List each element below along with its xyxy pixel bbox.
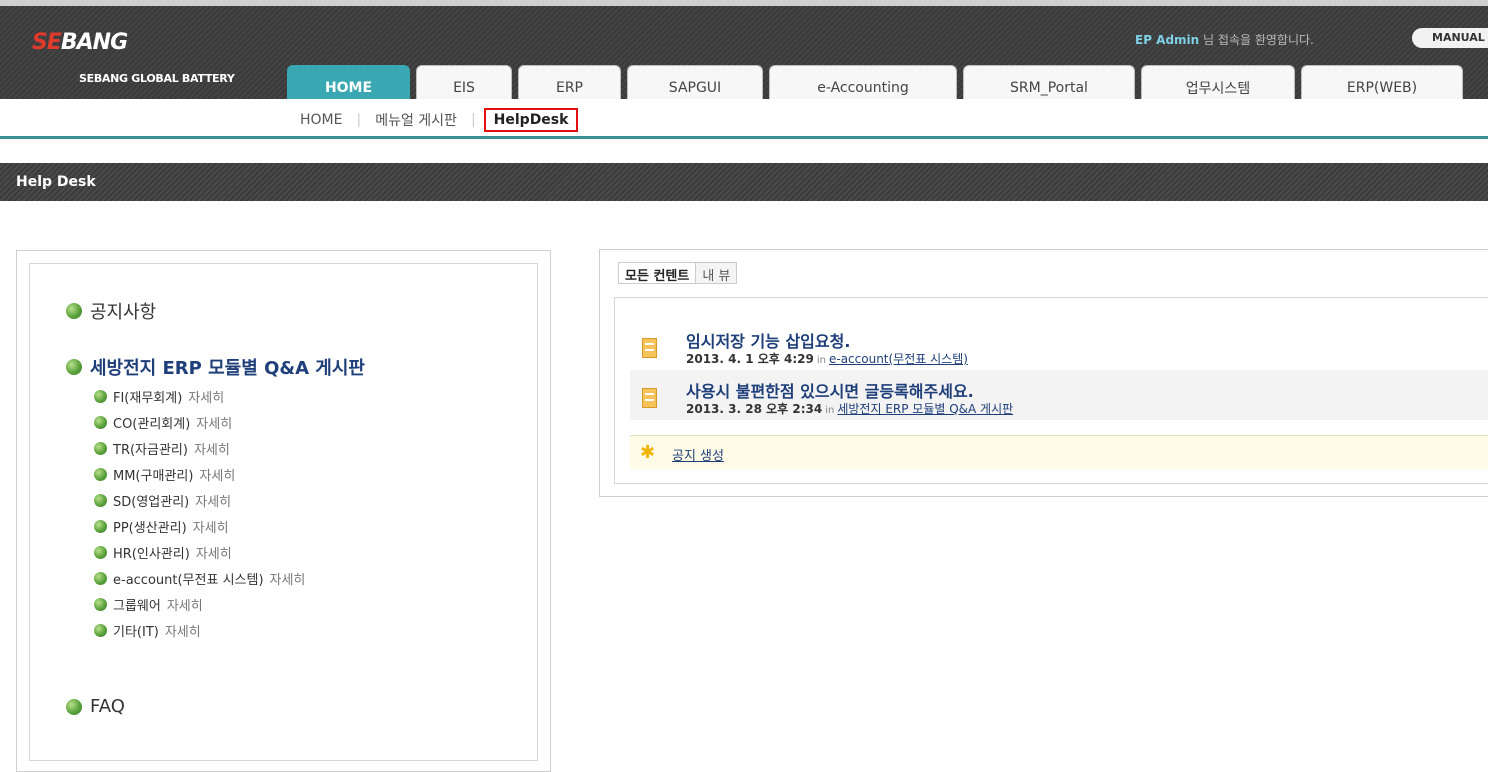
globe-icon xyxy=(94,519,107,533)
create-notice-link[interactable]: 공지 생성 xyxy=(672,445,724,464)
create-notice-bar: ✱ 공지 생성 xyxy=(630,435,1488,469)
subnav-separator: | xyxy=(356,112,362,128)
module-name[interactable]: TR(자금관리) xyxy=(113,439,188,458)
more-link[interactable]: 자세히 xyxy=(193,517,229,536)
page-title: Help Desk xyxy=(16,174,96,190)
sebang-logo[interactable]: SEBANG xyxy=(32,30,128,55)
sub-navigation: HOME | 메뉴얼 게시판 | HelpDesk xyxy=(0,99,1488,139)
subnav-helpdesk[interactable]: HelpDesk xyxy=(483,108,579,132)
list-item[interactable]: 임시저장 기능 삽입요청. 2013. 4. 1 오후 4:29 in e-acco… xyxy=(630,320,1488,370)
top-header: SEBANG SEBANG GLOBAL BATTERY EP Admin 님 … xyxy=(0,0,1488,105)
logo-subtitle: SEBANG GLOBAL BATTERY xyxy=(79,72,235,85)
post-date: 2013. 3. 28 오후 2:34 xyxy=(686,402,823,416)
post-source-link[interactable]: e-account(무전표 시스템) xyxy=(829,352,968,366)
document-icon xyxy=(642,338,657,358)
globe-icon xyxy=(94,597,107,611)
more-link[interactable]: 자세히 xyxy=(196,543,232,562)
module-name[interactable]: CO(관리회계) xyxy=(113,413,190,432)
subnav-home[interactable]: HOME xyxy=(300,112,342,128)
globe-icon xyxy=(94,415,107,429)
new-star-icon: ✱ xyxy=(640,442,656,463)
module-name[interactable]: PP(생산관리) xyxy=(113,517,187,536)
more-link[interactable]: 자세히 xyxy=(195,491,231,510)
module-name[interactable]: HR(인사관리) xyxy=(113,543,190,562)
globe-icon xyxy=(94,623,107,637)
globe-icon xyxy=(94,545,107,559)
more-link[interactable]: 자세히 xyxy=(165,621,201,640)
logo-rest: BANG xyxy=(60,30,128,55)
view-tabs: 모든 컨텐트 내 뷰 xyxy=(618,262,738,284)
post-title[interactable]: 임시저장 기능 삽입요청. xyxy=(686,328,850,352)
list-item[interactable]: PP(생산관리) 자세히 xyxy=(94,513,305,539)
page-title-bar: Help Desk xyxy=(0,163,1488,201)
in-label: in xyxy=(816,355,826,366)
list-item[interactable]: SD(영업관리) 자세히 xyxy=(94,487,305,513)
list-item[interactable]: MM(구매관리) 자세히 xyxy=(94,461,305,487)
manual-button[interactable]: MANUAL xyxy=(1412,28,1488,48)
globe-icon xyxy=(94,467,107,481)
globe-icon xyxy=(94,571,107,585)
post-meta: 2013. 4. 1 오후 4:29 in e-account(무전표 시스템) xyxy=(686,350,968,367)
welcome-message: EP Admin 님 접속을 환영합니다. xyxy=(1135,31,1314,48)
list-item[interactable]: 사용시 불편한점 있으시면 글등록해주세요. 2013. 3. 28 오후 2:… xyxy=(630,370,1488,420)
module-name[interactable]: SD(영업관리) xyxy=(113,491,189,510)
globe-icon xyxy=(94,441,107,455)
tab-my-view[interactable]: 내 뷰 xyxy=(696,263,736,284)
list-item[interactable]: FI(재무회계) 자세히 xyxy=(94,383,305,409)
more-link[interactable]: 자세히 xyxy=(196,413,232,432)
list-item[interactable]: e-account(무전표 시스템) 자세히 xyxy=(94,565,305,591)
list-item[interactable]: 기타(IT) 자세히 xyxy=(94,617,305,643)
globe-icon xyxy=(94,493,107,507)
globe-icon xyxy=(66,698,82,715)
more-link[interactable]: 자세히 xyxy=(270,569,306,588)
notice-link[interactable]: 공지사항 xyxy=(66,298,156,324)
list-item[interactable]: 그룹웨어 자세히 xyxy=(94,591,305,617)
qa-board-label: 세방전지 ERP 모듈별 Q&A 게시판 xyxy=(90,358,365,379)
faq-label: FAQ xyxy=(90,696,125,717)
globe-icon xyxy=(66,303,82,319)
in-label: in xyxy=(825,405,835,416)
post-meta: 2013. 3. 28 오후 2:34 in 세방전지 ERP 모듈별 Q&A 게시… xyxy=(686,400,1013,417)
list-item[interactable]: CO(관리회계) 자세히 xyxy=(94,409,305,435)
module-list: FI(재무회계) 자세히 CO(관리회계) 자세히 TR(자금관리) 자세히 MM(구… xyxy=(94,383,305,643)
post-date: 2013. 4. 1 오후 4:29 xyxy=(686,352,814,366)
module-name[interactable]: MM(구매관리) xyxy=(113,465,193,484)
module-name[interactable]: e-account(무전표 시스템) xyxy=(113,569,264,588)
more-link[interactable]: 자세히 xyxy=(194,439,230,458)
tab-all-content[interactable]: 모든 컨텐트 xyxy=(619,263,697,284)
module-name[interactable]: FI(재무회계) xyxy=(113,387,182,406)
subnav-separator: | xyxy=(470,112,476,128)
module-name[interactable]: 기타(IT) xyxy=(113,621,159,640)
post-source-link[interactable]: 세방전지 ERP 모듈별 Q&A 게시판 xyxy=(837,402,1013,416)
list-item[interactable]: HR(인사관리) 자세히 xyxy=(94,539,305,565)
post-title[interactable]: 사용시 불편한점 있으시면 글등록해주세요. xyxy=(686,378,974,402)
globe-icon xyxy=(94,389,107,403)
module-name[interactable]: 그룹웨어 xyxy=(113,595,161,614)
list-item[interactable]: TR(자금관리) 자세히 xyxy=(94,435,305,461)
faq-link[interactable]: FAQ xyxy=(66,696,125,717)
more-link[interactable]: 자세히 xyxy=(199,465,235,484)
globe-icon xyxy=(66,359,82,375)
document-icon xyxy=(642,388,657,408)
qa-board-link[interactable]: 세방전지 ERP 모듈별 Q&A 게시판 xyxy=(66,354,365,380)
subnav-manual-board[interactable]: 메뉴얼 게시판 xyxy=(375,110,457,130)
user-name: EP Admin xyxy=(1135,33,1200,47)
notice-label: 공지사항 xyxy=(90,302,157,323)
more-link[interactable]: 자세히 xyxy=(188,387,224,406)
welcome-text: 님 접속을 환영합니다. xyxy=(1203,33,1314,47)
more-link[interactable]: 자세히 xyxy=(167,595,203,614)
